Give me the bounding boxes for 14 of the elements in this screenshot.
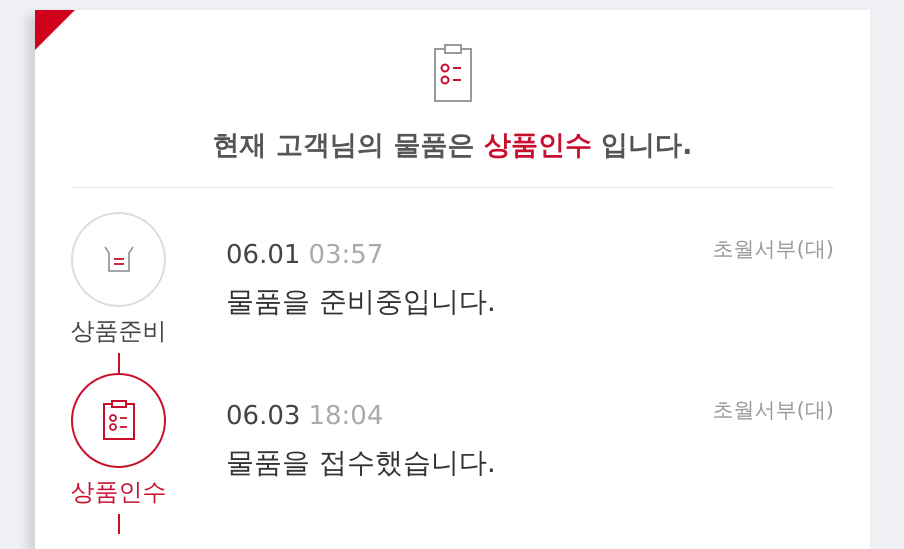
basket-icon: [102, 245, 134, 273]
event-message: 물품을 접수했습니다.: [226, 444, 497, 480]
event-time: 18:04: [308, 400, 384, 432]
event-message: 물품을 준비중입니다.: [226, 284, 497, 320]
event-date: 06.03: [226, 400, 300, 432]
status-heading: 현재 고객님의 물품은 상품인수 입니다.: [212, 129, 692, 163]
event-location: 초월서부(대): [712, 236, 834, 262]
clipboard-icon: [102, 400, 134, 440]
event-date: 06.01: [226, 238, 300, 272]
step-label: 상품인수: [70, 476, 166, 508]
event-time: 03:57: [308, 238, 384, 272]
step-label: 상품준비: [70, 316, 166, 346]
clipboard-icon: [434, 44, 472, 104]
event-location: 초월서부(대): [712, 396, 834, 424]
